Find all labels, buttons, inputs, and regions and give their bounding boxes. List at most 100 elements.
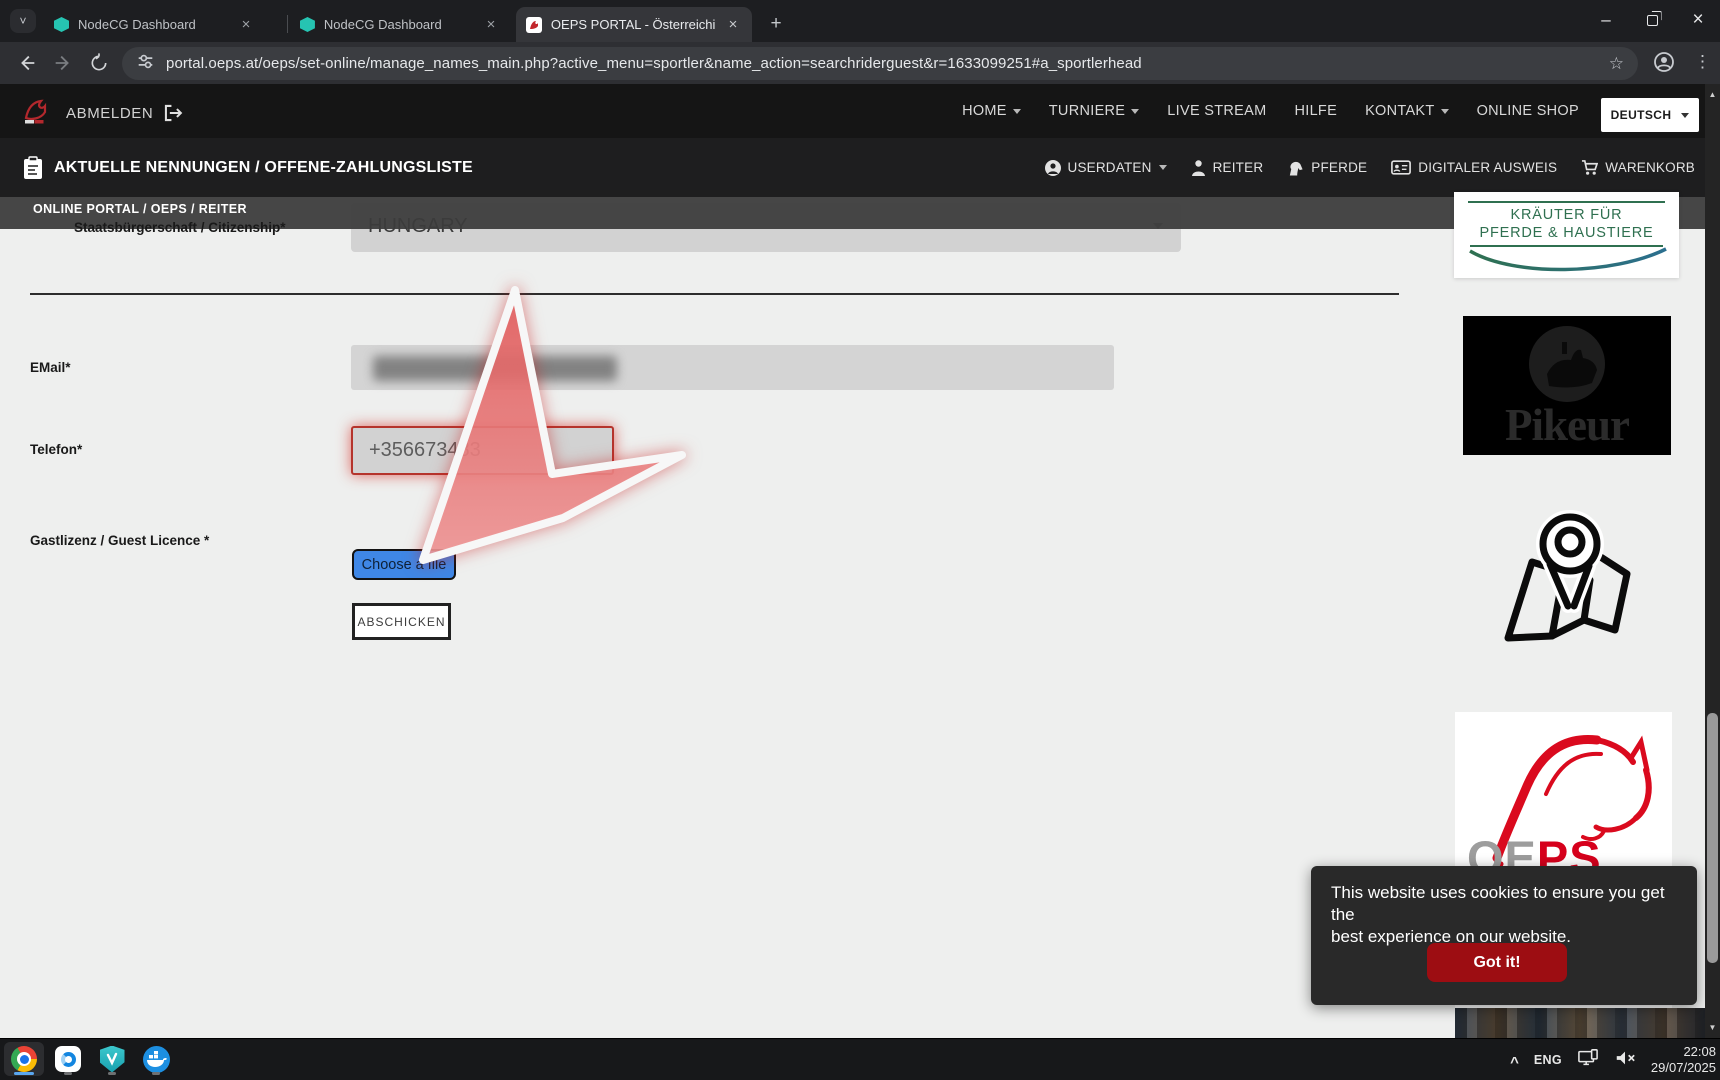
scroll-down-icon[interactable]: ▼ (1705, 1023, 1720, 1032)
ad-kraeuter-banner[interactable]: KRÄUTER FÜR PFERDE & HAUSTIERE (1454, 192, 1679, 278)
nav-item-livestream[interactable]: LIVE STREAM (1167, 103, 1266, 119)
browser-tab-2[interactable]: NodeCG Dashboard × (290, 7, 510, 42)
taskbar-app2-button[interactable] (48, 1042, 88, 1076)
ad-pikeur-banner[interactable]: Pikeur (1463, 316, 1671, 455)
ad-map-locator[interactable] (1496, 508, 1636, 648)
window-minimize-button[interactable]: – (1589, 4, 1623, 36)
choose-file-button[interactable]: Choose a file (352, 549, 456, 580)
email-field[interactable] (351, 345, 1114, 390)
browser-tab-1[interactable]: NodeCG Dashboard × (44, 7, 284, 42)
logout-icon (162, 102, 184, 124)
chrome-icon (11, 1046, 37, 1072)
section-divider (30, 293, 1399, 295)
tab-title: NodeCG Dashboard (78, 17, 228, 32)
clock-time: 22:08 (1683, 1044, 1716, 1059)
address-bar[interactable]: portal.oeps.at/oeps/set-online/manage_na… (122, 47, 1638, 80)
chevron-down-icon (1159, 165, 1167, 170)
language-selector[interactable]: DEUTSCH (1601, 98, 1699, 132)
page-scrollbar[interactable]: ▲ ▼ (1705, 84, 1720, 1038)
phone-field[interactable]: +356673483 (351, 426, 614, 475)
tab-title: NodeCG Dashboard (324, 17, 473, 32)
oeps-favicon-icon (526, 17, 542, 33)
submit-button[interactable]: ABSCHICKEN (352, 603, 451, 640)
browser-tab-3-active[interactable]: OEPS PORTAL - Österreichische × (516, 7, 752, 42)
logout-button[interactable]: ABMELDEN (66, 102, 184, 124)
tab-title: OEPS PORTAL - Österreichische (551, 17, 715, 32)
nodecg-favicon-icon (54, 17, 69, 32)
clock-date: 29/07/2025 (1651, 1060, 1716, 1075)
cookie-banner: This website uses cookies to ensure you … (1311, 866, 1697, 1005)
menu-warenkorb[interactable]: WARENKORB (1581, 160, 1695, 176)
site-header: ABMELDEN HOME TURNIERE LIVE STREAM HILFE… (0, 84, 1705, 138)
running-app-indicator (64, 1072, 72, 1075)
window-restore-button[interactable] (1635, 4, 1669, 36)
tab-separator (287, 15, 288, 33)
taskbar-app3-button[interactable] (92, 1042, 132, 1076)
reload-icon[interactable] (84, 48, 114, 78)
volume-muted-icon[interactable] (1614, 1048, 1636, 1073)
menu-reiter[interactable]: REITER (1191, 160, 1264, 176)
tab-close-icon[interactable]: × (482, 16, 500, 34)
bookmark-star-icon[interactable]: ☆ (1609, 54, 1624, 74)
phone-label: Telefon* (30, 442, 82, 457)
taskbar-chrome-button[interactable] (4, 1042, 44, 1076)
ad-kraeuter-line2: PFERDE & HAUSTIERE (1454, 224, 1679, 242)
clock[interactable]: 22:08 29/07/2025 (1651, 1044, 1716, 1076)
chevron-down-icon (1131, 109, 1139, 114)
keyboard-language[interactable]: ENG (1534, 1053, 1562, 1067)
id-card-icon (1391, 160, 1411, 175)
screen: ˅ NodeCG Dashboard × NodeCG Dashboard × … (0, 0, 1720, 1080)
new-tab-button[interactable]: + (762, 10, 790, 38)
profile-icon[interactable] (1652, 50, 1676, 79)
back-icon[interactable] (12, 48, 42, 78)
tray-chevron-up-icon[interactable]: ^ (1510, 1054, 1519, 1071)
windows-taskbar: ^ ENG 22:08 29/07/2025 (0, 1038, 1720, 1080)
window-close-button[interactable]: × (1681, 4, 1715, 36)
tab-search-chevron-icon[interactable]: ˅ (10, 9, 36, 33)
guest-licence-label: Gastlizenz / Guest Licence * (30, 533, 209, 548)
menu-userdaten[interactable]: USERDATEN (1045, 160, 1167, 176)
page-subheader: AKTUELLE NENNUNGEN / OFFENE-ZAHLUNGSLIST… (0, 138, 1705, 197)
scroll-up-icon[interactable]: ▲ (1705, 90, 1720, 99)
breadcrumb[interactable]: ONLINE PORTAL / OEPS / REITER (33, 202, 247, 216)
network-display-icon[interactable] (1577, 1048, 1599, 1073)
cookie-accept-button[interactable]: Got it! (1427, 943, 1567, 982)
clipboard-icon (22, 156, 44, 180)
browser-tab-strip: ˅ NodeCG Dashboard × NodeCG Dashboard × … (0, 0, 1720, 42)
language-label: DEUTSCH (1611, 108, 1672, 122)
system-tray: ^ ENG 22:08 29/07/2025 (1510, 1039, 1716, 1080)
tab-close-icon[interactable]: × (724, 16, 742, 34)
taskbar-docker-button[interactable] (136, 1042, 176, 1076)
nodecg-favicon-icon (300, 17, 315, 32)
tab-close-icon[interactable]: × (237, 16, 255, 34)
pikeur-wordmark: Pikeur (1463, 399, 1671, 451)
url-text: portal.oeps.at/oeps/set-online/manage_na… (166, 55, 1142, 72)
oeps-logo[interactable] (20, 96, 50, 131)
forward-icon[interactable] (48, 48, 78, 78)
horse-icon (1287, 160, 1304, 176)
ad-photo-strip[interactable] (1455, 1008, 1705, 1038)
menu-pferde[interactable]: PFERDE (1287, 160, 1367, 176)
email-label: EMail* (30, 360, 71, 375)
ad-rule (1468, 201, 1665, 203)
phone-value: +356673483 (369, 439, 481, 462)
chevron-down-icon (1441, 109, 1449, 114)
nav-item-home[interactable]: HOME (962, 103, 1021, 119)
pikeur-emblem-icon (1463, 316, 1671, 406)
scrollbar-thumb[interactable] (1707, 713, 1718, 963)
nav-item-hilfe[interactable]: HILFE (1294, 103, 1337, 119)
nav-item-onlineshop[interactable]: ONLINE SHOP (1477, 103, 1579, 119)
nav-item-turniere[interactable]: TURNIERE (1049, 103, 1140, 119)
user-circle-icon (1045, 160, 1061, 176)
shield-app-icon (100, 1046, 125, 1073)
cart-icon (1581, 160, 1598, 176)
nav-item-kontakt[interactable]: KONTAKT (1365, 103, 1449, 119)
cookie-text: This website uses cookies to ensure you … (1331, 882, 1687, 948)
menu-digitaler-ausweis[interactable]: DIGITALER AUSWEIS (1391, 160, 1557, 175)
site-info-icon[interactable] (137, 53, 154, 74)
person-icon (1191, 160, 1206, 176)
main-menu: HOME TURNIERE LIVE STREAM HILFE KONTAKT … (962, 84, 1579, 138)
menu-kebab-icon[interactable]: ⋮ (1694, 52, 1711, 72)
docker-whale-icon (143, 1046, 170, 1073)
citizenship-label: Staatsbürgerschaft / Citizenship* (74, 220, 286, 235)
